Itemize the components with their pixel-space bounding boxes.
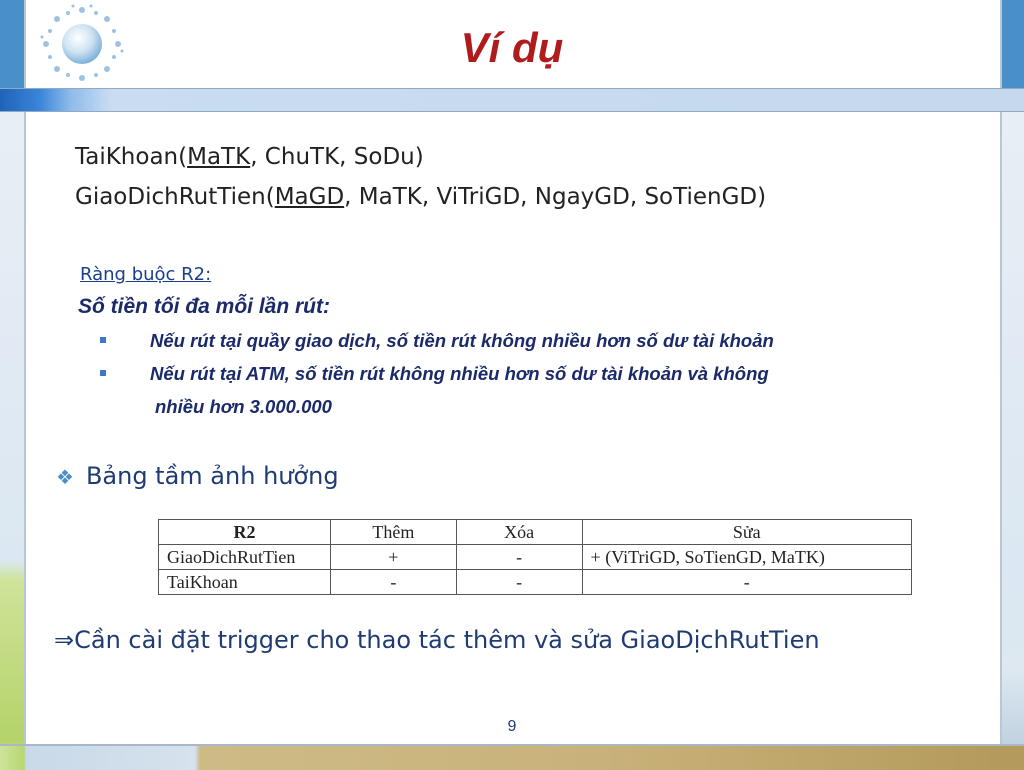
table-header-row: R2 Thêm Xóa Sửa [158,519,913,545]
left-decor-strip [0,0,24,768]
slide-title: Ví dụ [460,24,564,71]
schema-giaodichruttien: GiaoDichRutTien(MaGD, MaTK, ViTriGD, Nga… [75,184,766,210]
diamond-dots-icon: ❖ [56,465,74,489]
schema-attributes: , ChuTK, SoDu) [250,144,424,170]
table-cell: TaiKhoan [158,569,331,595]
table-row: GiaoDichRutTien + - + (ViTriGD, SoTienGD… [158,544,913,570]
right-border-line [1000,0,1002,768]
schema-name: TaiKhoan( [75,144,188,170]
table-cell: - [581,569,913,595]
rule-text: Nếu rút tại quầy giao dịch, số tiền rút … [150,330,774,351]
section-heading: ❖ Bảng tầm ảnh hưởng [56,462,339,490]
implies-arrow-icon: ⇒ [54,626,75,654]
rule-text-continuation: nhiều hơn 3.000.000 [155,396,332,417]
schema-attributes: , MaTK, ViTriGD, NgayGD, SoTienGD) [344,184,767,210]
page-number: 9 [507,718,517,735]
table-header-cell: Xóa [455,519,583,545]
table-cell: + [329,544,457,570]
conclusion-line: ⇒Cần cài đặt trigger cho thao tác thêm v… [54,626,820,654]
conclusion-text: Cần cài đặt trigger cho thao tác thêm và… [74,626,820,654]
constraint-title: Ràng buộc R2: [80,264,212,285]
constraint-heading: Số tiền tối đa mỗi lần rút: [78,295,330,318]
table-cell: + (ViTriGD, SoTienGD, MaTK) [581,544,913,570]
table-row: TaiKhoan - - - [158,569,913,595]
rule-item: Nếu rút tại quầy giao dịch, số tiền rút … [100,330,774,352]
schema-name: GiaoDichRutTien( [75,184,275,210]
right-decor-strip [1002,0,1024,768]
table-header-cell: R2 [158,519,331,545]
section-label: Bảng tầm ảnh hưởng [85,462,339,490]
table-header-cell: Thêm [329,519,457,545]
table-cell: GiaoDichRutTien [158,544,331,570]
table-cell: - [455,544,583,570]
rule-item: Nếu rút tại ATM, số tiền rút không nhiều… [100,363,769,385]
table-cell: - [329,569,457,595]
footer-bar [0,744,1024,770]
rule-text: Nếu rút tại ATM, số tiền rút không nhiều… [150,363,769,384]
square-bullet-icon [100,370,106,377]
impact-table: R2 Thêm Xóa Sửa GiaoDichRutTien + - + (V… [158,519,913,595]
table-cell: - [455,569,583,595]
square-bullet-icon [100,337,106,344]
schema-key: MaGD [274,184,345,210]
left-border-line [24,0,26,768]
title-underbar [0,88,1024,112]
table-header-cell: Sửa [581,519,913,545]
schema-taikhoan: TaiKhoan(MaTK, ChuTK, SoDu) [75,144,424,170]
schema-key: MaTK [187,144,251,170]
